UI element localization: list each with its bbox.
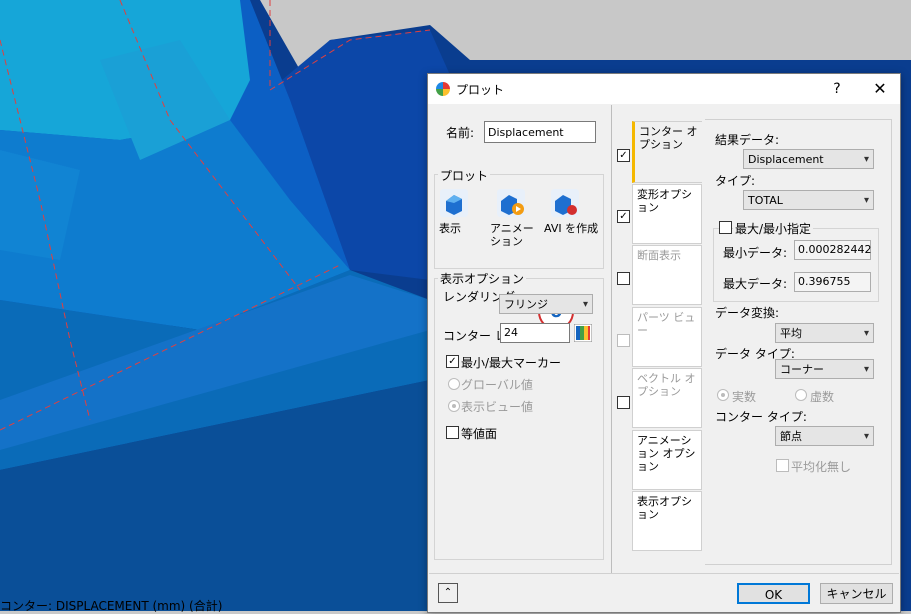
dialog-titlebar[interactable]: プロット ? ✕: [428, 74, 900, 104]
view-value-label: 表示ビュー値: [461, 400, 534, 414]
data-type-select[interactable]: コーナー ▾: [775, 359, 874, 379]
type-select[interactable]: TOTAL ▾: [743, 190, 874, 210]
plot-group-label: プロット: [438, 167, 491, 184]
tab-label: 断面表示: [637, 249, 681, 262]
help-button[interactable]: ?: [823, 78, 851, 100]
tab-deform-options[interactable]: 変形オプション: [632, 184, 702, 244]
view-value-radio[interactable]: [448, 400, 460, 412]
avi-label: AVI を作成: [544, 222, 599, 235]
contour-type-value: 節点: [780, 430, 802, 443]
chevron-down-icon: ▾: [863, 431, 869, 442]
rendering-value: フリンジ: [504, 298, 548, 311]
display-options-group: [434, 278, 604, 560]
tab-checkbox-section[interactable]: [617, 272, 630, 285]
type-value: TOTAL: [748, 194, 783, 207]
minmax-specify-label: 最大/最小指定: [733, 220, 814, 237]
chevron-down-icon: ▾: [863, 154, 869, 165]
isosurface-checkbox[interactable]: [446, 426, 459, 439]
chevron-down-icon: ▾: [582, 299, 588, 310]
contour-levels-label: コンター レ: [443, 329, 507, 343]
max-data-label: 最大データ:: [723, 277, 788, 291]
tab-checkbox-contour[interactable]: ✓: [617, 149, 630, 162]
close-button[interactable]: ✕: [866, 78, 894, 100]
animation-label: アニメーション: [490, 222, 534, 248]
contour-type-label: コンター タイプ:: [715, 410, 807, 424]
tab-section-view[interactable]: 断面表示: [632, 245, 702, 305]
contour-options-panel: 結果データ: Displacement ▾ タイプ: TOTAL ▾ 最大/最小…: [705, 119, 892, 565]
contour-type-select[interactable]: 節点 ▾: [775, 426, 874, 446]
dialog-title: プロット: [456, 83, 505, 97]
tab-label: 表示オプション: [637, 495, 692, 521]
display-label: 表示: [439, 222, 461, 235]
result-data-label: 結果データ:: [715, 133, 780, 147]
animation-icon[interactable]: [497, 189, 525, 217]
contour-levels-input[interactable]: 24: [500, 323, 570, 343]
max-data-input[interactable]: 0.396755: [794, 272, 871, 292]
result-data-select[interactable]: Displacement ▾: [743, 149, 874, 169]
tab-label: 変形オプション: [637, 188, 692, 214]
ok-button[interactable]: OK: [737, 583, 810, 604]
data-conversion-label: データ変換:: [715, 306, 780, 320]
min-data-label: 最小データ:: [723, 246, 788, 260]
avi-icon[interactable]: [551, 189, 579, 217]
data-conversion-value: 平均: [780, 327, 802, 340]
expand-button[interactable]: ⌃: [438, 583, 458, 603]
status-text: コンター: DISPLACEMENT (mm) (合計): [0, 599, 223, 613]
name-label: 名前:: [446, 126, 475, 140]
tab-parts-view[interactable]: パーツ ビュー: [632, 307, 702, 367]
min-data-input[interactable]: 0.000282442: [794, 240, 871, 260]
rendering-select[interactable]: フリンジ ▾: [499, 294, 593, 314]
real-label: 実数: [732, 390, 757, 404]
chevron-down-icon: ▾: [863, 328, 869, 339]
tab-animation-options[interactable]: アニメーション オプション: [632, 430, 702, 490]
imaginary-radio[interactable]: [795, 389, 807, 401]
tab-label: パーツ ビュー: [637, 311, 696, 337]
display-icon[interactable]: [440, 189, 468, 217]
result-data-value: Displacement: [748, 153, 824, 166]
type-label: タイプ:: [715, 174, 756, 188]
color-palette-icon[interactable]: [574, 324, 592, 342]
tab-label: ベクトル オプション: [637, 372, 696, 398]
app-icon: [436, 82, 450, 96]
global-value-radio[interactable]: [448, 378, 460, 390]
chevron-down-icon: ▾: [863, 364, 869, 375]
name-input[interactable]: [484, 121, 596, 143]
tab-display-options[interactable]: 表示オプション: [632, 491, 702, 551]
minmax-marker-label: 最小/最大マーカー: [461, 356, 562, 370]
no-averaging-label: 平均化無し: [791, 460, 852, 474]
tab-checkbox-vector[interactable]: [617, 396, 630, 409]
panel-divider: [611, 105, 612, 573]
tab-checkbox-deform[interactable]: ✓: [617, 210, 630, 223]
tab-label: アニメーション オプション: [637, 434, 696, 473]
global-value-label: グローバル値: [461, 378, 533, 392]
minmax-marker-checkbox[interactable]: ✓: [446, 355, 459, 368]
display-options-label: 表示オプション: [438, 270, 527, 287]
tab-label: コンター オプション: [639, 125, 698, 151]
options-tabs: ✓ コンター オプション ✓ 変形オプション 断面表示 パーツ ビュー ベクトル…: [617, 118, 707, 568]
tab-checkbox-parts[interactable]: [617, 334, 630, 347]
chevron-down-icon: ▾: [863, 195, 869, 206]
no-averaging-checkbox[interactable]: [776, 459, 789, 472]
footer-divider: [429, 573, 899, 574]
data-type-value: コーナー: [780, 363, 824, 376]
cancel-button[interactable]: キャンセル: [820, 583, 893, 604]
left-panel: 名前: プロット 表示 アニメーション AVI を作成 表示オプション 6 レン…: [429, 105, 611, 567]
imaginary-label: 虚数: [810, 390, 835, 404]
tab-contour-options[interactable]: コンター オプション: [632, 121, 702, 183]
tab-vector-options[interactable]: ベクトル オプション: [632, 368, 702, 428]
data-conversion-select[interactable]: 平均 ▾: [775, 323, 874, 343]
isosurface-label: 等値面: [461, 427, 498, 441]
minmax-specify-checkbox[interactable]: [719, 221, 732, 234]
real-radio[interactable]: [717, 389, 729, 401]
plot-dialog: プロット ? ✕ 名前: プロット 表示 アニメーション AVI を作成 表: [427, 73, 901, 613]
